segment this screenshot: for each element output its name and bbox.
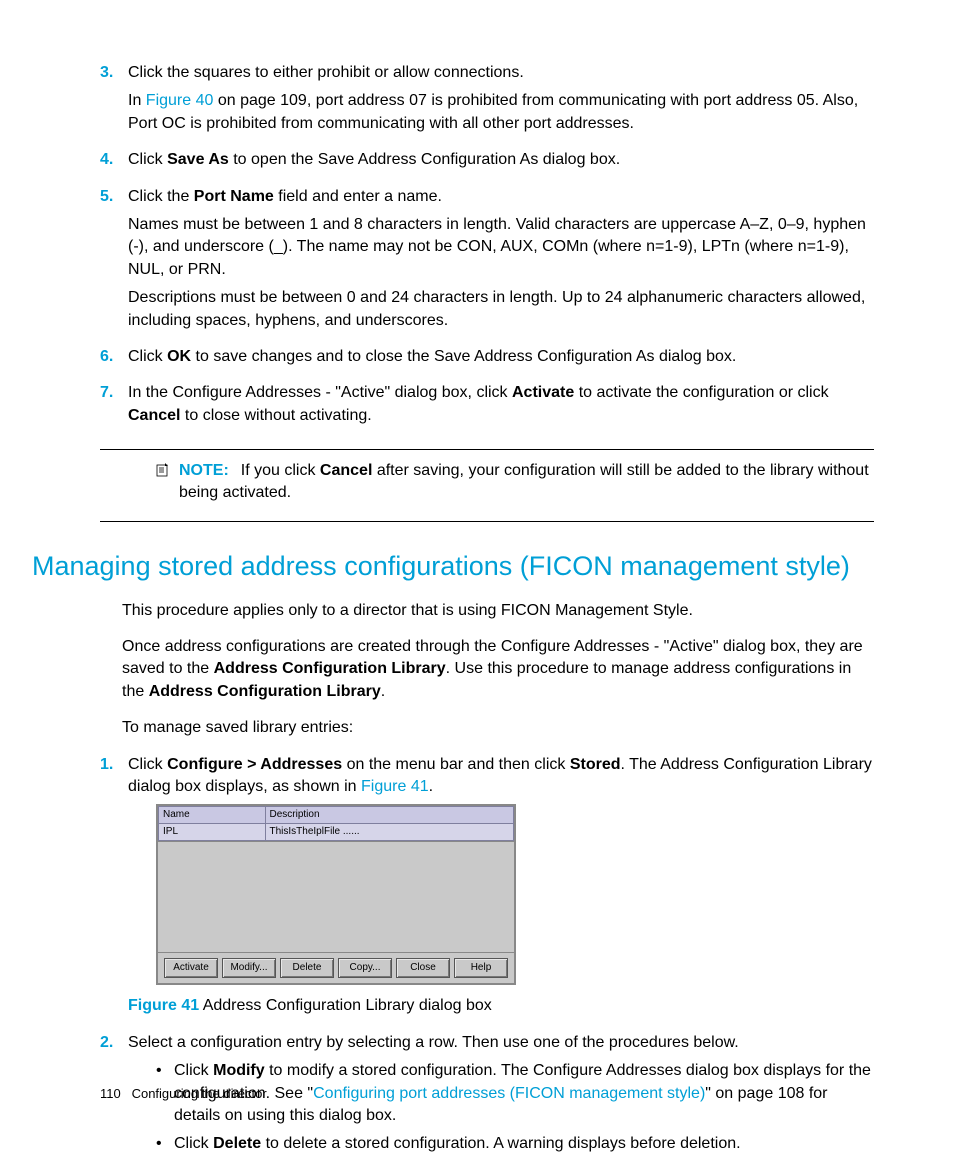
dialog-screenshot: Name Description IPL ThisIsTheIplFile ..… bbox=[156, 804, 516, 985]
step-number: 3. bbox=[100, 62, 128, 141]
dialog-table: Name Description IPL ThisIsTheIplFile ..… bbox=[158, 806, 514, 841]
cell-description: ThisIsTheIplFile ...... bbox=[265, 824, 514, 841]
cell-name: IPL bbox=[159, 824, 266, 841]
step-text: In Figure 40 on page 109, port address 0… bbox=[128, 90, 874, 135]
ui-label: OK bbox=[167, 348, 191, 365]
ui-label: Configure > Addresses bbox=[167, 756, 342, 773]
divider bbox=[100, 521, 874, 522]
step-number: 7. bbox=[100, 382, 128, 433]
help-button[interactable]: Help bbox=[454, 958, 508, 978]
ui-label: Cancel bbox=[128, 407, 180, 424]
step-number: 4. bbox=[100, 149, 128, 177]
activate-button[interactable]: Activate bbox=[164, 958, 218, 978]
ui-label: Modify bbox=[213, 1062, 265, 1079]
dialog-button-row: Activate Modify... Delete Copy... Close … bbox=[158, 952, 514, 983]
step-number: 5. bbox=[100, 186, 128, 338]
ui-label: Address Configuration Library bbox=[149, 683, 381, 700]
page-number: 110 bbox=[100, 1086, 121, 1101]
step-text: In the Configure Addresses - "Active" di… bbox=[128, 382, 874, 427]
step-text: Descriptions must be between 0 and 24 ch… bbox=[128, 287, 874, 332]
step-number: 6. bbox=[100, 346, 128, 374]
note-label: NOTE: bbox=[179, 462, 229, 479]
cross-ref-link[interactable]: Configuring port addresses (FICON manage… bbox=[313, 1085, 705, 1102]
step-6: 6. Click OK to save changes and to close… bbox=[100, 346, 874, 374]
close-button[interactable]: Close bbox=[396, 958, 450, 978]
ui-label: Address Configuration Library bbox=[214, 660, 446, 677]
paragraph: To manage saved library entries: bbox=[122, 717, 874, 739]
ui-label: Cancel bbox=[320, 462, 372, 479]
column-header-description: Description bbox=[265, 807, 514, 824]
sub-bullets: • Click Modify to modify a stored config… bbox=[156, 1060, 874, 1156]
paragraph: Once address configurations are created … bbox=[122, 636, 874, 703]
step-text: Click Configure > Addresses on the menu … bbox=[128, 754, 874, 799]
page-footer: 110 Configuring the director bbox=[100, 1085, 267, 1103]
figure-label: Figure 41 bbox=[128, 997, 199, 1014]
step-b1: 1. Click Configure > Addresses on the me… bbox=[100, 754, 874, 1024]
figure-link[interactable]: Figure 41 bbox=[361, 778, 429, 795]
ui-label: Stored bbox=[570, 756, 621, 773]
paragraph: This procedure applies only to a directo… bbox=[122, 600, 874, 622]
figure-link[interactable]: Figure 40 bbox=[146, 92, 214, 109]
ui-label: Port Name bbox=[194, 188, 274, 205]
ui-label: Save As bbox=[167, 151, 229, 168]
step-text: Click the squares to either prohibit or … bbox=[128, 62, 874, 84]
section-heading: Managing stored address configurations (… bbox=[32, 548, 874, 586]
column-header-name: Name bbox=[159, 807, 266, 824]
step-7: 7. In the Configure Addresses - "Active"… bbox=[100, 382, 874, 433]
step-text: Click OK to save changes and to close th… bbox=[128, 346, 874, 368]
delete-button[interactable]: Delete bbox=[280, 958, 334, 978]
note-text: NOTE:If you click Cancel after saving, y… bbox=[179, 460, 874, 505]
modify-button[interactable]: Modify... bbox=[222, 958, 276, 978]
step-text: Names must be between 1 and 8 characters… bbox=[128, 214, 874, 281]
chapter-title: Configuring the director bbox=[132, 1086, 267, 1101]
ui-label: Activate bbox=[512, 384, 574, 401]
copy-button[interactable]: Copy... bbox=[338, 958, 392, 978]
dialog-empty-area bbox=[158, 841, 514, 952]
step-5: 5. Click the Port Name field and enter a… bbox=[100, 186, 874, 338]
figure-caption: Figure 41 Address Configuration Library … bbox=[128, 995, 874, 1017]
step-number: 1. bbox=[100, 754, 128, 1024]
ui-label: Delete bbox=[213, 1135, 261, 1152]
step-text: Select a configuration entry by selectin… bbox=[128, 1032, 874, 1054]
ordered-steps-top: 3. Click the squares to either prohibit … bbox=[100, 62, 874, 433]
step-text: Click the Port Name field and enter a na… bbox=[128, 186, 874, 208]
step-3: 3. Click the squares to either prohibit … bbox=[100, 62, 874, 141]
note-block: NOTE:If you click Cancel after saving, y… bbox=[100, 460, 874, 505]
step-text: Click Save As to open the Save Address C… bbox=[128, 149, 874, 171]
bullet-text: Click Modify to modify a stored configur… bbox=[174, 1060, 874, 1127]
divider bbox=[100, 449, 874, 450]
note-icon bbox=[155, 462, 171, 478]
step-4: 4. Click Save As to open the Save Addres… bbox=[100, 149, 874, 177]
